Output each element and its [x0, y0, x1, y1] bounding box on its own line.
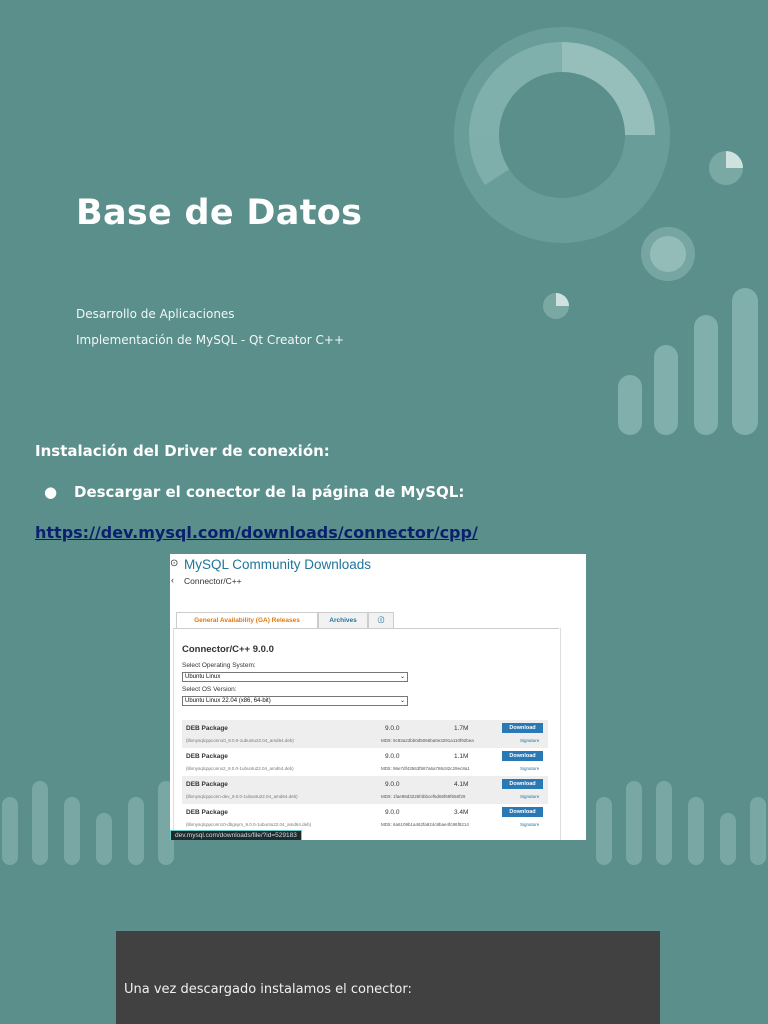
chevron-down-icon: ⌄ — [399, 674, 405, 680]
download-circle-icon: ⊙ — [170, 558, 179, 569]
package-size: 1.1M — [454, 753, 469, 760]
package-version: 9.0.0 — [385, 809, 400, 816]
browser-status-url: dev.mysql.com/downloads/file/?id=529183 — [170, 830, 302, 840]
download-button[interactable]: Download — [502, 779, 543, 789]
os-version-label: Select OS Version: — [182, 686, 237, 693]
tab-archives[interactable]: Archives — [318, 612, 368, 628]
decorative-dot — [543, 293, 569, 319]
signature-link[interactable]: Signature — [520, 794, 539, 799]
package-row: DEB Package (libmysqlcppconn-dev_9.0.0-1… — [182, 776, 548, 804]
package-version: 9.0.0 — [385, 725, 400, 732]
download-button[interactable]: Download — [502, 751, 543, 761]
os-select-value: Ubuntu Linux — [185, 674, 221, 680]
package-version: 9.0.0 — [385, 753, 400, 760]
decorative-bars-top — [618, 288, 758, 435]
package-file: (libmysqlcppconn10-dbgsym_9.0.0-1ubuntu2… — [186, 822, 312, 827]
package-row: DEB Package (libmysqlcppconn10_9.0.0-1ub… — [182, 720, 548, 748]
package-size: 4.1M — [454, 781, 469, 788]
connector-version-title: Connector/C++ 9.0.0 — [182, 644, 274, 655]
signature-link[interactable]: Signature — [520, 766, 539, 771]
release-tabs: General Availability (GA) Releases Archi… — [173, 612, 559, 629]
tab-ga-releases[interactable]: General Availability (GA) Releases — [176, 612, 318, 628]
release-panel: Connector/C++ 9.0.0 Select Operating Sys… — [173, 628, 561, 840]
package-file: (libmysqlcppconnx2_9.0.0-1ubuntu22.04_am… — [186, 766, 294, 771]
package-md5: MD5: 9c83a23bb0d5066ba0e3291a110f92bea — [381, 738, 474, 743]
package-name: DEB Package — [186, 781, 228, 788]
signature-link[interactable]: Signature — [520, 738, 539, 743]
package-name: DEB Package — [186, 725, 228, 732]
section-heading: Instalación del Driver de conexión: — [35, 442, 330, 460]
download-button[interactable]: Download — [502, 807, 543, 817]
decorative-ring — [641, 227, 695, 281]
package-row: DEB Package (libmysqlcppconn10-dbgsym_9.… — [182, 804, 548, 832]
download-button[interactable]: Download — [502, 723, 543, 733]
mysql-header: MySQL Community Downloads — [184, 557, 372, 572]
chevron-left-icon[interactable]: ‹ — [171, 575, 174, 585]
package-size: 1.7M — [454, 725, 469, 732]
os-version-select[interactable]: Ubuntu Linux 22.04 (x86, 64-bit) ⌄ — [182, 696, 408, 706]
subtitle-topic: Implementación de MySQL - Qt Creator C++ — [76, 333, 345, 347]
os-version-select-value: Ubuntu Linux 22.04 (x86, 64-bit) — [185, 698, 271, 704]
package-file: (libmysqlcppconn10_9.0.0-1ubuntu22.04_am… — [186, 738, 294, 743]
package-md5: MD5: 6a6109b1a462fa924c8bae4fc86f8214 — [381, 822, 469, 827]
tab-info[interactable]: ⓘ — [368, 612, 394, 628]
package-md5: MD5: 1fae98d3225f4bbcef6d65f69f658f29 — [381, 794, 466, 799]
package-md5: MD5: 96e7df43563f587a6a786c82c29ec8a1 — [381, 766, 470, 771]
mysql-subheader: Connector/C++ — [184, 576, 242, 586]
package-version: 9.0.0 — [385, 781, 400, 788]
decorative-small-pie — [709, 151, 743, 185]
mysql-downloads-screenshot: ⊙ MySQL Community Downloads ‹ Connector/… — [170, 554, 586, 840]
connector-download-link[interactable]: https://dev.mysql.com/downloads/connecto… — [35, 523, 478, 542]
page-title: Base de Datos — [76, 193, 363, 233]
bullet-item: ● Descargar el conector de la página de M… — [44, 483, 464, 501]
bullet-text: Descargar el conector de la página de My… — [74, 483, 465, 501]
signature-link[interactable]: Signature — [520, 822, 539, 827]
package-row: DEB Package (libmysqlcppconnx2_9.0.0-1ub… — [182, 748, 548, 776]
os-label: Select Operating System: — [182, 662, 256, 669]
os-select[interactable]: Ubuntu Linux ⌄ — [182, 672, 408, 682]
chevron-down-icon: ⌄ — [399, 698, 405, 704]
instruction-text: Una vez descargado instalamos el conecto… — [124, 982, 412, 997]
package-file: (libmysqlcppconn-dev_9.0.0-1ubuntu22.04_… — [186, 794, 298, 799]
package-name: DEB Package — [186, 809, 228, 816]
subtitle-course: Desarrollo de Aplicaciones — [76, 307, 235, 321]
package-size: 3.4M — [454, 809, 469, 816]
decorative-ring-chart — [454, 27, 670, 243]
bullet-icon: ● — [44, 483, 58, 501]
package-name: DEB Package — [186, 753, 228, 760]
instruction-box: Una vez descargado instalamos el conecto… — [116, 931, 660, 1024]
